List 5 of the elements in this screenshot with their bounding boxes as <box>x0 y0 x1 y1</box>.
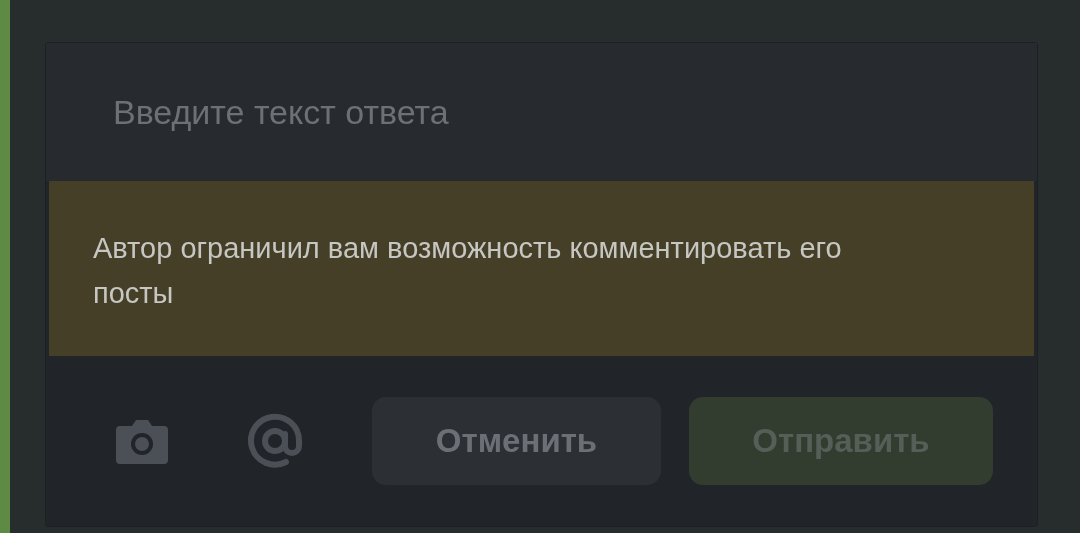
camera-icon[interactable] <box>116 418 168 464</box>
mention-icon[interactable] <box>246 412 304 470</box>
cancel-button[interactable]: Отменить <box>372 397 661 485</box>
reply-input[interactable]: Введите текст ответа <box>46 43 1037 181</box>
restriction-notice: Автор ограничил вам возможность комментировать его посты <box>49 181 1034 356</box>
